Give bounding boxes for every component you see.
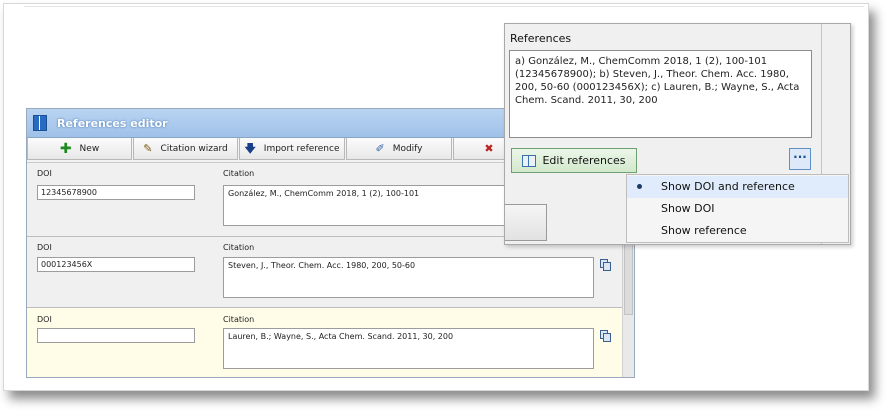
citation-input[interactable]: Steven, J., Theor. Chem. Acc. 1980, 200,…: [223, 257, 594, 298]
editor-title: References editor: [57, 116, 168, 130]
book-icon: [33, 115, 47, 131]
doi-input[interactable]: 000123456X: [37, 257, 195, 272]
edit-references-label: Edit references: [542, 154, 626, 167]
plus-icon: ✚: [59, 140, 72, 157]
reference-row: DOI Citation Lauren, B.; Wayne, S., Acta…: [27, 308, 634, 377]
doi-input[interactable]: [37, 328, 195, 343]
doi-label: DOI: [37, 243, 52, 252]
import-reference-label: Import reference: [263, 143, 340, 154]
menu-item-label: Show reference: [661, 224, 747, 237]
citation-label: Citation: [223, 169, 255, 178]
background-button: [505, 204, 547, 241]
copy-icon[interactable]: [600, 330, 611, 342]
references-panel: References a) González, M., ChemComm 201…: [504, 23, 851, 245]
doi-label: DOI: [37, 169, 52, 178]
wizard-icon: ✎: [143, 142, 153, 155]
doi-label: DOI: [37, 315, 52, 324]
references-title: References: [510, 32, 572, 45]
arrow-down-icon: 🡇: [244, 142, 256, 155]
display-options-menu: Show DOI and reference Show DOI Show ref…: [626, 174, 849, 243]
more-options-button[interactable]: ···: [789, 148, 811, 170]
menu-item-show-doi-and-reference[interactable]: Show DOI and reference: [627, 176, 848, 198]
reference-row: DOI 000123456X Citation Steven, J., Theo…: [27, 237, 634, 308]
menu-item-label: Show DOI and reference: [661, 180, 795, 193]
import-reference-button[interactable]: 🡇 Import reference: [239, 138, 345, 160]
citation-label: Citation: [223, 315, 255, 324]
menu-item-label: Show DOI: [661, 202, 715, 215]
modify-button[interactable]: ✐ Modify: [346, 138, 452, 160]
selected-dot-icon: [637, 184, 642, 189]
screenshot-frame: References editor ✚ New ✎ Citation wizar…: [3, 3, 869, 391]
doi-input[interactable]: 12345678900: [37, 185, 195, 200]
book-icon: [522, 154, 537, 167]
citation-wizard-button[interactable]: ✎ Citation wizard: [133, 138, 238, 160]
delete-icon: ✖: [484, 142, 494, 155]
edit-references-button[interactable]: Edit references: [511, 148, 637, 173]
copy-icon[interactable]: [600, 259, 611, 271]
top-divider: [24, 6, 864, 7]
pencil-icon: ✐: [375, 142, 385, 155]
new-button-label: New: [79, 143, 100, 154]
modify-button-label: Modify: [392, 143, 423, 154]
menu-item-show-doi[interactable]: Show DOI: [627, 198, 848, 220]
citation-wizard-label: Citation wizard: [160, 143, 228, 154]
citation-input[interactable]: Lauren, B.; Wayne, S., Acta Chem. Scand.…: [223, 328, 594, 369]
references-text[interactable]: a) González, M., ChemComm 2018, 1 (2), 1…: [509, 50, 812, 138]
citation-label: Citation: [223, 243, 255, 252]
menu-item-show-reference[interactable]: Show reference: [627, 220, 848, 242]
new-button[interactable]: ✚ New: [27, 138, 132, 160]
